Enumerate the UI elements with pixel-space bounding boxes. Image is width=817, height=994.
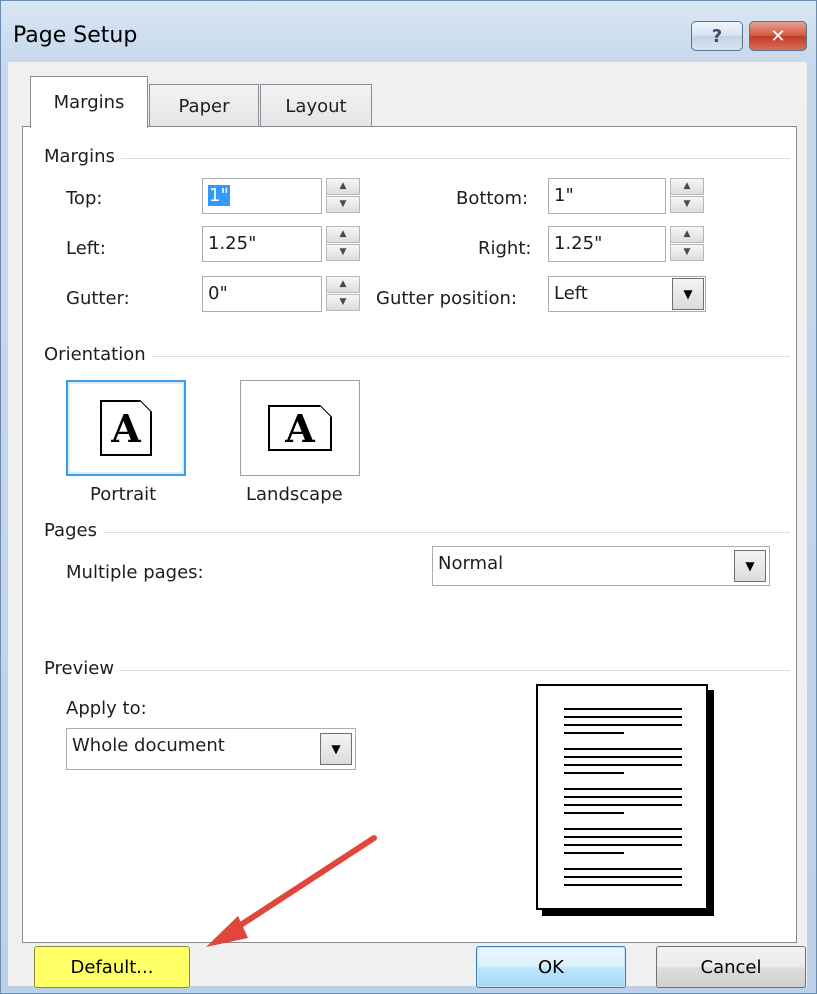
ok-button-label: OK (538, 956, 564, 978)
annotation-arrowhead (206, 916, 248, 947)
tab-margins-label: Margins (53, 92, 125, 113)
annotation-arrow-shaft (227, 835, 377, 935)
cancel-button[interactable]: Cancel (656, 946, 806, 988)
default-button-label: Default... (70, 956, 154, 978)
annotation-arrow-icon (206, 835, 377, 947)
default-button[interactable]: Default... (34, 946, 190, 988)
cancel-button-label: Cancel (700, 956, 762, 978)
ok-button[interactable]: OK (476, 946, 626, 988)
tab-margins[interactable]: Margins (30, 76, 148, 128)
